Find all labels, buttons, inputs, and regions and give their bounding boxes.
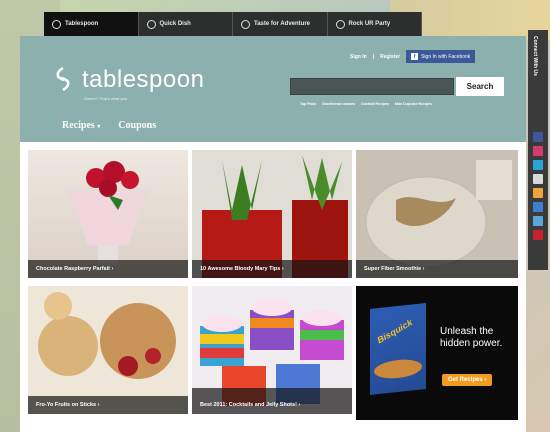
tab-label: Rock UR Party [348,21,391,27]
facebook-icon[interactable] [533,132,543,142]
card-caption: 10 Awesome Bloody Mary Tips › [192,260,352,278]
ad-button-label: Get Recipes [448,377,483,383]
caption-text: Super Fiber Smoothie [364,266,422,272]
compass-icon [241,19,250,29]
quick-link[interactable]: Cocktail Recipes [361,102,389,106]
tab-taste-for-adventure[interactable]: Taste for Adventure [233,12,328,36]
caption-text: Chocolate Raspberry Parfait [36,266,110,272]
nav-recipes-label: Recipes [62,120,95,131]
card-super-fiber-smoothie[interactable]: Super Fiber Smoothie › [356,150,518,278]
ad-headline: Unleash the hidden power. [440,326,503,349]
card-bloody-mary-tips[interactable]: 10 Awesome Bloody Mary Tips › [192,150,352,278]
card-caption: Fro-Yo Fruits on Sticks › [28,396,188,414]
clock-icon [146,19,156,29]
tab-rock-ur-party[interactable]: Rock UR Party [328,12,422,36]
rss-icon[interactable] [533,188,543,198]
separator: | [372,53,375,60]
flickr-icon[interactable] [533,146,543,156]
social-sidebar: Connect With Us [528,30,548,270]
sign-in-link[interactable]: Sign In [350,54,367,60]
caption-text: 10 Awesome Bloody Mary Tips [200,266,281,272]
connect-label: Connect With Us [532,36,538,76]
email-icon[interactable] [533,216,543,226]
card-caption: Super Fiber Smoothie › [356,260,518,278]
content-area: Chocolate Raspberry Parfait › 10 Awesome… [20,142,526,432]
youtube-icon[interactable] [533,174,543,184]
logo-text[interactable]: tablespoon [82,66,204,94]
delicious-icon[interactable] [533,202,543,212]
chevron-down-icon: ▾ [97,124,101,130]
site-header: tablespoon Dinner? That's what you Sign … [20,36,526,142]
tab-label: Tablespoon [65,21,99,27]
card-caption: Chocolate Raspberry Parfait › [28,260,188,278]
quick-link[interactable]: Shortbread cookies [322,102,355,106]
card-fro-yo-fruits[interactable]: Fro-Yo Fruits on Sticks › [28,286,188,414]
tab-label: Quick Dish [159,21,191,27]
quick-link[interactable]: Top Picks [300,102,316,106]
card-caption: Best 2011: Cocktails and Jelly Shots! › [192,388,352,414]
bisquick-ad[interactable]: Bisquick Unleash the hidden power. Get R… [356,286,518,420]
card-cocktails-jelly-shots[interactable]: Best 2011: Cocktails and Jelly Shots! › [192,286,352,414]
tab-label: Taste for Adventure [254,21,311,27]
tab-tablespoon[interactable]: Tablespoon [44,12,139,36]
quick-links: Top Picks Shortbread cookies Cocktail Re… [300,102,432,106]
tablespoon-logo-icon [56,66,70,92]
ad-get-recipes-button[interactable]: Get Recipes › [442,374,493,386]
facebook-signin-button[interactable]: f Sign In with Facebook [406,50,476,63]
top-tab-bar: Tablespoon Quick Dish Taste for Adventur… [44,12,422,36]
search-button[interactable]: Search [456,77,504,96]
register-link[interactable]: Register [380,54,400,60]
caption-text: Fro-Yo Fruits on Sticks [36,402,97,408]
smoothie-image [365,160,512,268]
pancake-shape [374,357,422,381]
facebook-button-label: Sign In with Facebook [421,53,471,60]
fro-yo-image [38,292,176,379]
quick-link[interactable]: Mini Cupcake Recipes [395,102,432,106]
account-links: Sign In | Register f Sign In with Facebo… [350,50,476,63]
facebook-icon: f [411,53,419,60]
ad-brand: Bisquick [375,317,414,346]
party-icon [335,19,345,29]
search-input[interactable] [290,78,454,95]
tablespoon-tab-icon [52,19,61,29]
parfait-image [67,161,149,265]
main-nav: Recipes ▾ Coupons [62,120,156,131]
nav-coupons[interactable]: Coupons [118,120,156,131]
caption-text: Best 2011: Cocktails and Jelly Shots! [200,402,297,408]
twitter-icon[interactable] [533,160,543,170]
card-chocolate-raspberry-parfait[interactable]: Chocolate Raspberry Parfait › [28,150,188,278]
tagline: Dinner? That's what you [84,96,127,101]
bloody-mary-image [202,155,348,278]
tab-quick-dish[interactable]: Quick Dish [139,12,233,36]
nav-recipes[interactable]: Recipes ▾ [62,120,100,131]
pinterest-icon[interactable] [533,230,543,240]
bisquick-box-image: Bisquick [370,303,426,395]
